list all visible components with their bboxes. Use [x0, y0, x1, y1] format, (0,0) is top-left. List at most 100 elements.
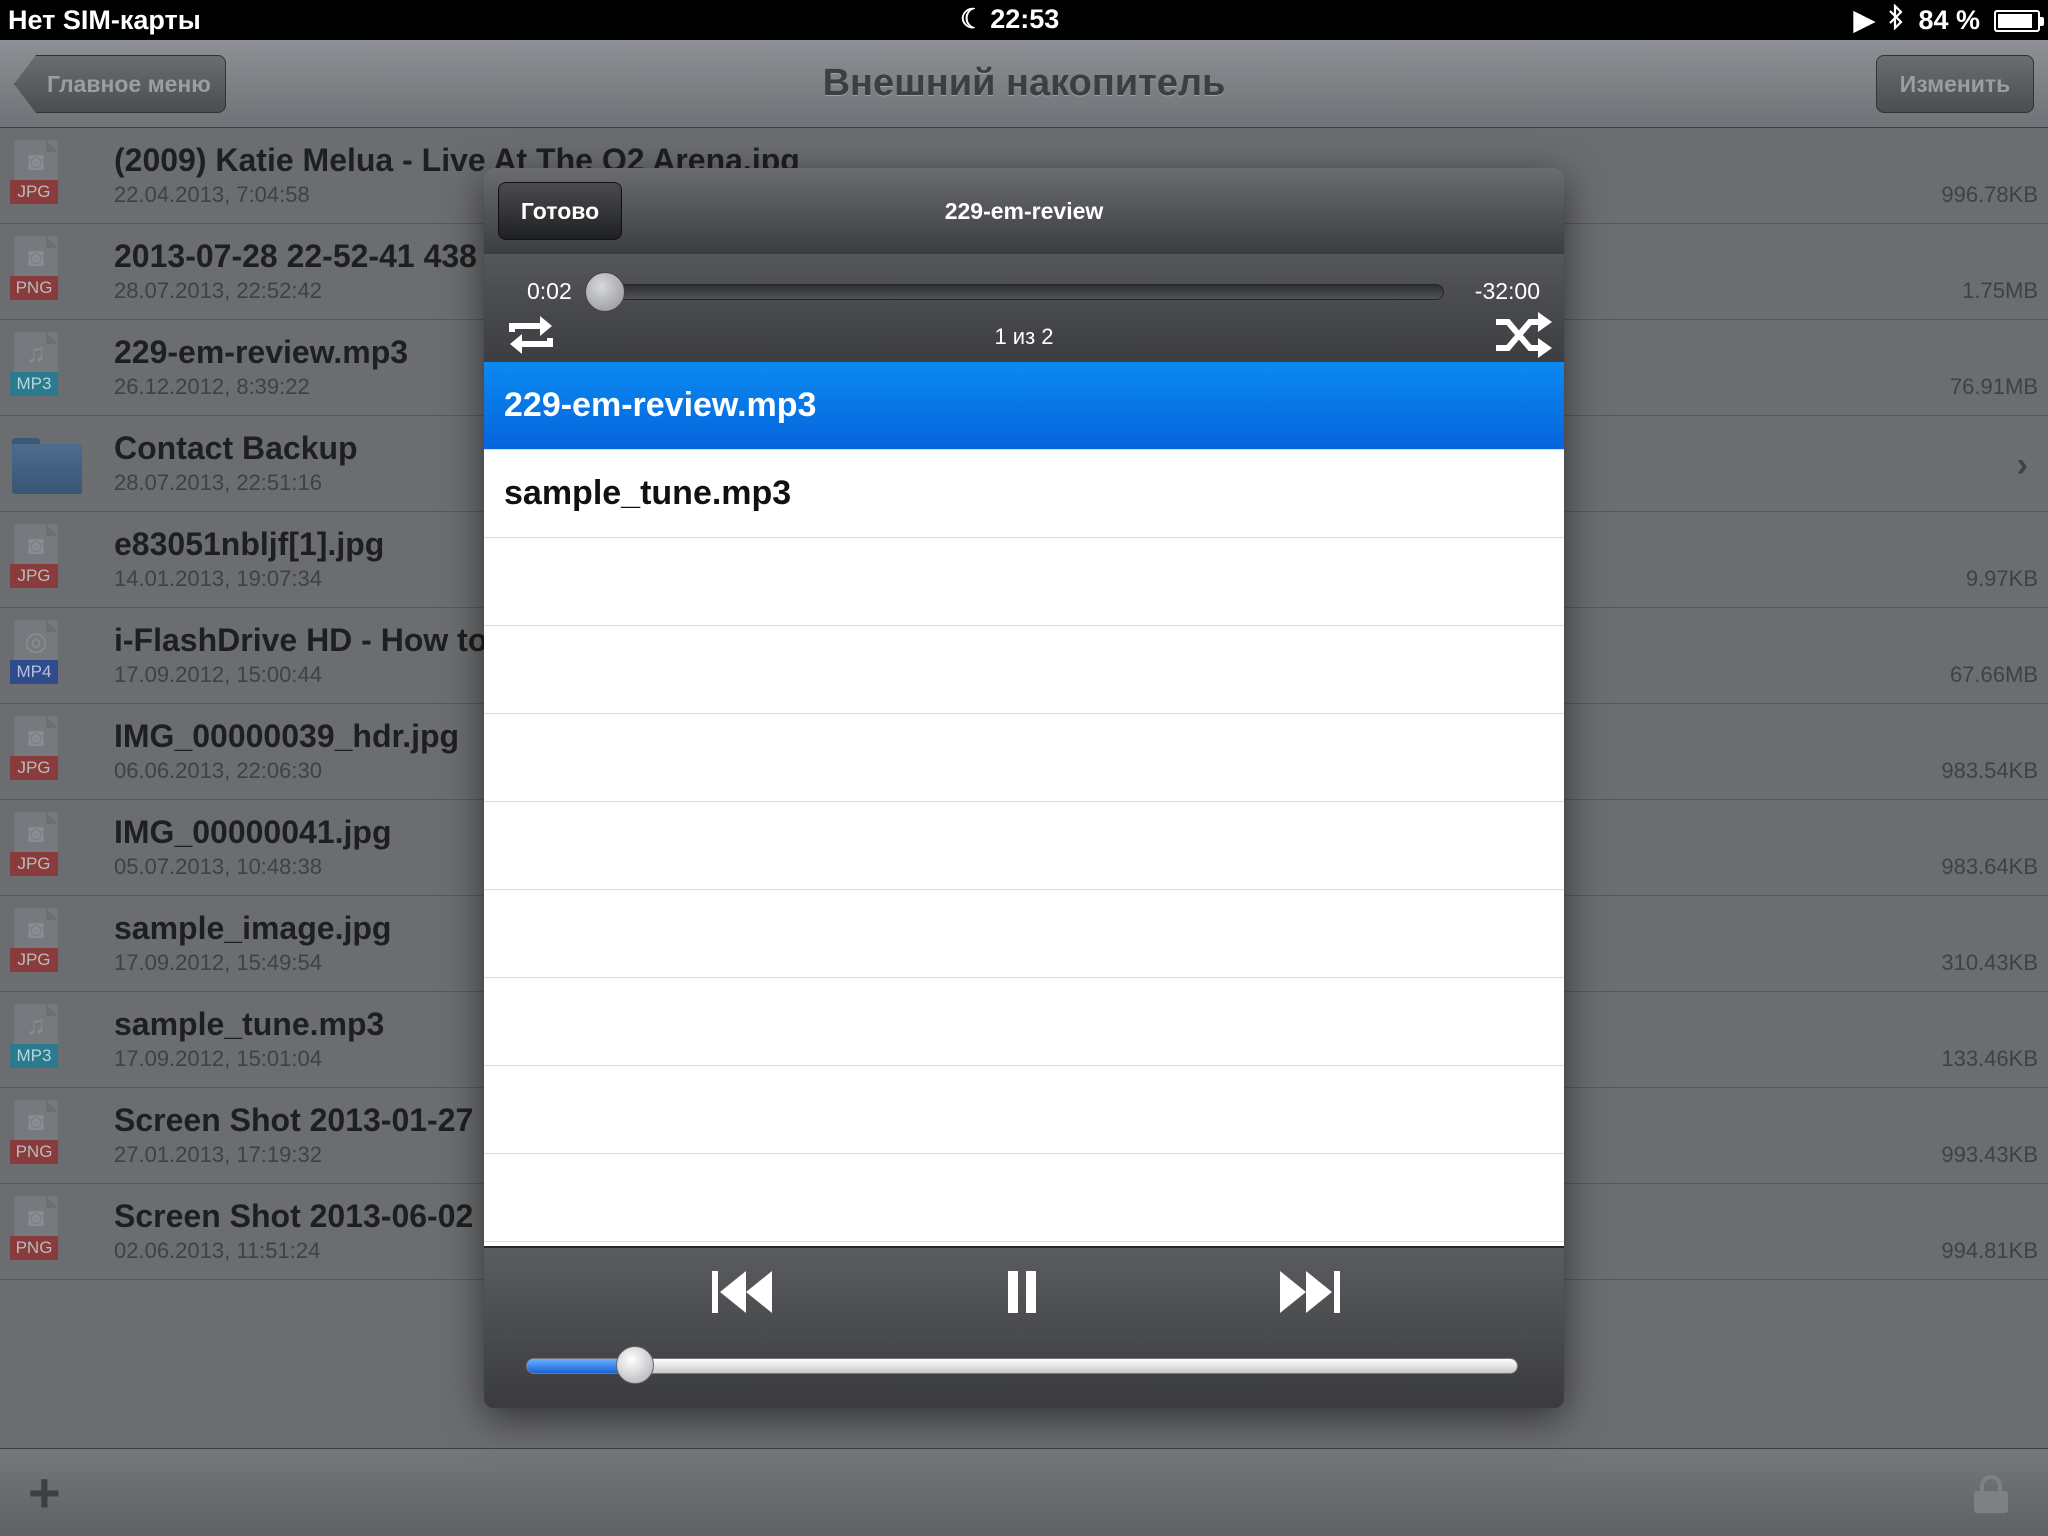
file-name: IMG_00000041.jpg	[114, 814, 392, 850]
jpg-file-icon: ◙ JPG	[10, 908, 60, 980]
file-size: 983.54KB	[1941, 758, 2038, 783]
file-size: 996.78KB	[1941, 182, 2038, 207]
file-size: 76.91MB	[1949, 374, 2038, 399]
edit-button[interactable]: Изменить	[1876, 55, 2034, 113]
player-header: Готово 229-em-review	[484, 168, 1564, 254]
file-date: 28.07.2013, 22:51:16	[114, 470, 322, 495]
file-name: Screen Shot 2013-01-27	[114, 1102, 474, 1138]
file-date: 06.06.2013, 22:06:30	[114, 758, 322, 783]
file-date: 26.12.2012, 8:39:22	[114, 374, 310, 399]
volume-track[interactable]	[526, 1358, 1518, 1374]
file-size: 9.97KB	[1965, 566, 2038, 591]
file-name: 2013-07-28 22-52-41 438	[114, 238, 477, 274]
chevron-right-icon: ›	[2016, 446, 2028, 484]
file-size: 994.81KB	[1941, 1238, 2038, 1263]
file-type-badge: PNG	[10, 1140, 58, 1164]
audio-player-popover: Готово 229-em-review 0:02 -32:00 1 из 2 …	[484, 168, 1564, 1408]
file-size: 310.43KB	[1941, 950, 2038, 975]
playlist-empty-row	[484, 802, 1564, 890]
jpg-file-icon: ◙ JPG	[10, 140, 60, 212]
playback-progress-area: 0:02 -32:00 1 из 2	[484, 254, 1564, 362]
file-name: e83051nbljf[1].jpg	[114, 526, 385, 562]
file-type-badge: MP3	[10, 1044, 58, 1068]
battery-percent: 84 %	[1918, 5, 1980, 35]
file-date: 17.09.2012, 15:01:04	[114, 1046, 322, 1071]
add-icon[interactable]: +	[28, 1465, 61, 1521]
playlist-item-label: sample_tune.mp3	[504, 474, 792, 512]
lock-icon[interactable]	[1974, 1475, 2008, 1513]
previous-track-icon[interactable]	[710, 1264, 774, 1320]
playlist-empty-row	[484, 1066, 1564, 1154]
shuffle-icon[interactable]	[1494, 310, 1554, 360]
page-title: Внешний накопитель	[822, 62, 1226, 104]
file-name: sample_image.jpg	[114, 910, 392, 946]
file-size: 993.43KB	[1941, 1142, 2038, 1167]
remaining-time: -32:00	[1474, 278, 1540, 304]
mp4-file-icon: ◎ MP4	[10, 620, 60, 692]
moon-icon: ☾	[960, 4, 985, 34]
file-date: 17.09.2012, 15:49:54	[114, 950, 322, 975]
battery-icon	[1994, 9, 2044, 32]
bottom-toolbar: +	[0, 1448, 2048, 1536]
status-bar: Нет SIM-карты ☾ 22:53 ▶ 84 %	[0, 0, 2048, 40]
playlist-item[interactable]: sample_tune.mp3	[484, 450, 1564, 538]
next-track-icon[interactable]	[1278, 1264, 1342, 1320]
transport-controls	[484, 1246, 1564, 1408]
track-counter: 1 из 2	[994, 324, 1054, 349]
file-type-badge: JPG	[10, 852, 58, 876]
folder-icon	[10, 428, 82, 500]
progress-track[interactable]	[594, 284, 1444, 300]
mp3-file-icon: ♫ MP3	[10, 1004, 60, 1076]
file-size: 1.75MB	[1962, 278, 2038, 303]
player-title: 229-em-review	[944, 198, 1104, 224]
jpg-file-icon: ◙ JPG	[10, 716, 60, 788]
file-name: Screen Shot 2013-06-02	[114, 1198, 474, 1234]
file-name: i-FlashDrive HD - How to	[114, 622, 488, 658]
mp3-file-icon: ♫ MP3	[10, 332, 60, 404]
playlist-empty-row	[484, 714, 1564, 802]
playlist-empty-row	[484, 538, 1564, 626]
png-file-icon: ◙ PNG	[10, 1196, 60, 1268]
file-size: 133.46KB	[1941, 1046, 2038, 1071]
pause-icon[interactable]	[1004, 1264, 1040, 1320]
file-date: 27.01.2013, 17:19:32	[114, 1142, 322, 1167]
png-file-icon: ◙ PNG	[10, 1100, 60, 1172]
file-date: 17.09.2012, 15:00:44	[114, 662, 322, 687]
playlist: 229-em-review.mp3 sample_tune.mp3	[484, 362, 1564, 1246]
file-type-badge: JPG	[10, 948, 58, 972]
file-date: 28.07.2013, 22:52:42	[114, 278, 322, 303]
playlist-empty-row	[484, 978, 1564, 1066]
progress-knob[interactable]	[584, 272, 625, 312]
file-type-badge: MP3	[10, 372, 58, 396]
file-name: Contact Backup	[114, 430, 358, 466]
file-name: 229-em-review.mp3	[114, 334, 409, 370]
elapsed-time: 0:02	[527, 278, 572, 304]
jpg-file-icon: ◙ JPG	[10, 812, 60, 884]
file-type-badge: PNG	[10, 276, 58, 300]
playlist-empty-row	[484, 1154, 1564, 1242]
file-date: 02.06.2013, 11:51:24	[114, 1238, 321, 1263]
volume-knob[interactable]	[616, 1346, 655, 1384]
file-type-badge: JPG	[10, 756, 58, 780]
carrier-label: Нет SIM-карты	[8, 5, 201, 35]
png-file-icon: ◙ PNG	[10, 236, 60, 308]
navigation-bar: Главное меню Внешний накопитель Изменить	[0, 40, 2048, 128]
playlist-item[interactable]: 229-em-review.mp3	[484, 362, 1564, 450]
file-date: 14.01.2013, 19:07:34	[114, 566, 322, 591]
playlist-empty-row	[484, 626, 1564, 714]
status-clock: ☾ 22:53	[960, 4, 1059, 35]
file-type-badge: JPG	[10, 180, 58, 204]
status-time: 22:53	[990, 4, 1060, 34]
file-type-badge: PNG	[10, 1236, 58, 1260]
status-right: ▶ 84 %	[1853, 3, 2044, 37]
playlist-item-label: 229-em-review.mp3	[504, 386, 817, 424]
playlist-empty-row	[484, 890, 1564, 978]
bluetooth-icon	[1888, 3, 1904, 37]
file-type-badge: MP4	[10, 660, 58, 684]
file-size: 983.64KB	[1941, 854, 2038, 879]
play-indicator-icon: ▶	[1853, 5, 1875, 35]
file-date: 22.04.2013, 7:04:58	[114, 182, 310, 207]
file-name: IMG_00000039_hdr.jpg	[114, 718, 460, 754]
file-date: 05.07.2013, 10:48:38	[114, 854, 322, 879]
file-name: sample_tune.mp3	[114, 1006, 385, 1042]
